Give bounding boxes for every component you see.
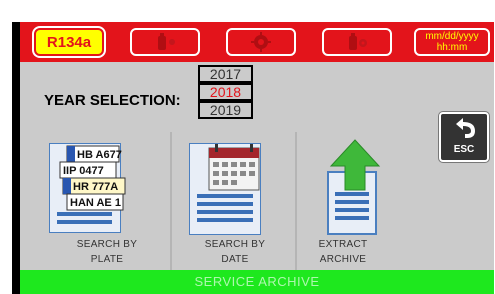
datetime-button[interactable]: mm/dd/yyyy hh:mm xyxy=(414,28,490,56)
back-arrow-icon xyxy=(456,118,475,138)
esc-button[interactable]: ESC xyxy=(439,112,489,162)
year-option-2019[interactable]: 2019 xyxy=(198,101,253,119)
refrigerant-label: R134a xyxy=(46,33,92,51)
plate-text: HR 777A xyxy=(73,181,118,193)
label-line: SEARCH BY xyxy=(76,239,138,250)
plate-text: HB A677 xyxy=(77,149,122,161)
cylinder-icon-button[interactable] xyxy=(130,28,200,56)
refrigerant-button[interactable]: R134a xyxy=(34,28,104,56)
search-by-plate-label: SEARCH BY PLATE xyxy=(47,237,167,267)
esc-label: ESC xyxy=(453,144,475,155)
plate-text: HAN AE 1 xyxy=(70,197,121,209)
label-line: EXTRACT xyxy=(318,239,368,250)
gas-cylinder-icon xyxy=(158,33,175,50)
label-line: DATE xyxy=(221,254,249,265)
year-option-2017[interactable]: 2017 xyxy=(198,65,253,83)
main-content: YEAR SELECTION: 2017 2018 2019 HB A677 I… xyxy=(20,62,494,272)
label-line: PLATE xyxy=(90,254,124,265)
top-bar: R134a mm/dd/yyyy hh:mm xyxy=(20,22,494,62)
extract-archive-label: EXTRACT ARCHIVE xyxy=(283,237,403,267)
year-selection-label: YEAR SELECTION: xyxy=(44,92,181,109)
divider xyxy=(170,132,172,272)
time-format-text: hh:mm xyxy=(436,42,468,53)
search-by-date-label: SEARCH BY DATE xyxy=(175,237,295,267)
gear-icon xyxy=(251,32,271,52)
date-format-text: mm/dd/yyyy xyxy=(425,31,479,42)
calendar-document-icon xyxy=(189,143,261,235)
screen: R134a mm/dd/yyyy hh:mm YEAR SELECTION: 2… xyxy=(0,0,495,294)
label-line: ARCHIVE xyxy=(319,254,367,265)
year-option-2018-selected[interactable]: 2018 xyxy=(198,83,253,101)
footer-title: SERVICE ARCHIVE xyxy=(194,274,320,289)
gas-cylinder-settings-icon xyxy=(349,33,367,50)
cylinder-config-button[interactable] xyxy=(322,28,392,56)
footer-bar: SERVICE ARCHIVE xyxy=(20,270,494,294)
label-line: SEARCH BY xyxy=(204,239,266,250)
plate-text: IIP 0477 xyxy=(63,165,104,177)
upload-document-icon xyxy=(327,139,381,235)
settings-icon-button[interactable] xyxy=(226,28,296,56)
license-plates-document-icon: HB A677 IIP 0477 HR 777A HAN AE 1 xyxy=(49,143,126,233)
